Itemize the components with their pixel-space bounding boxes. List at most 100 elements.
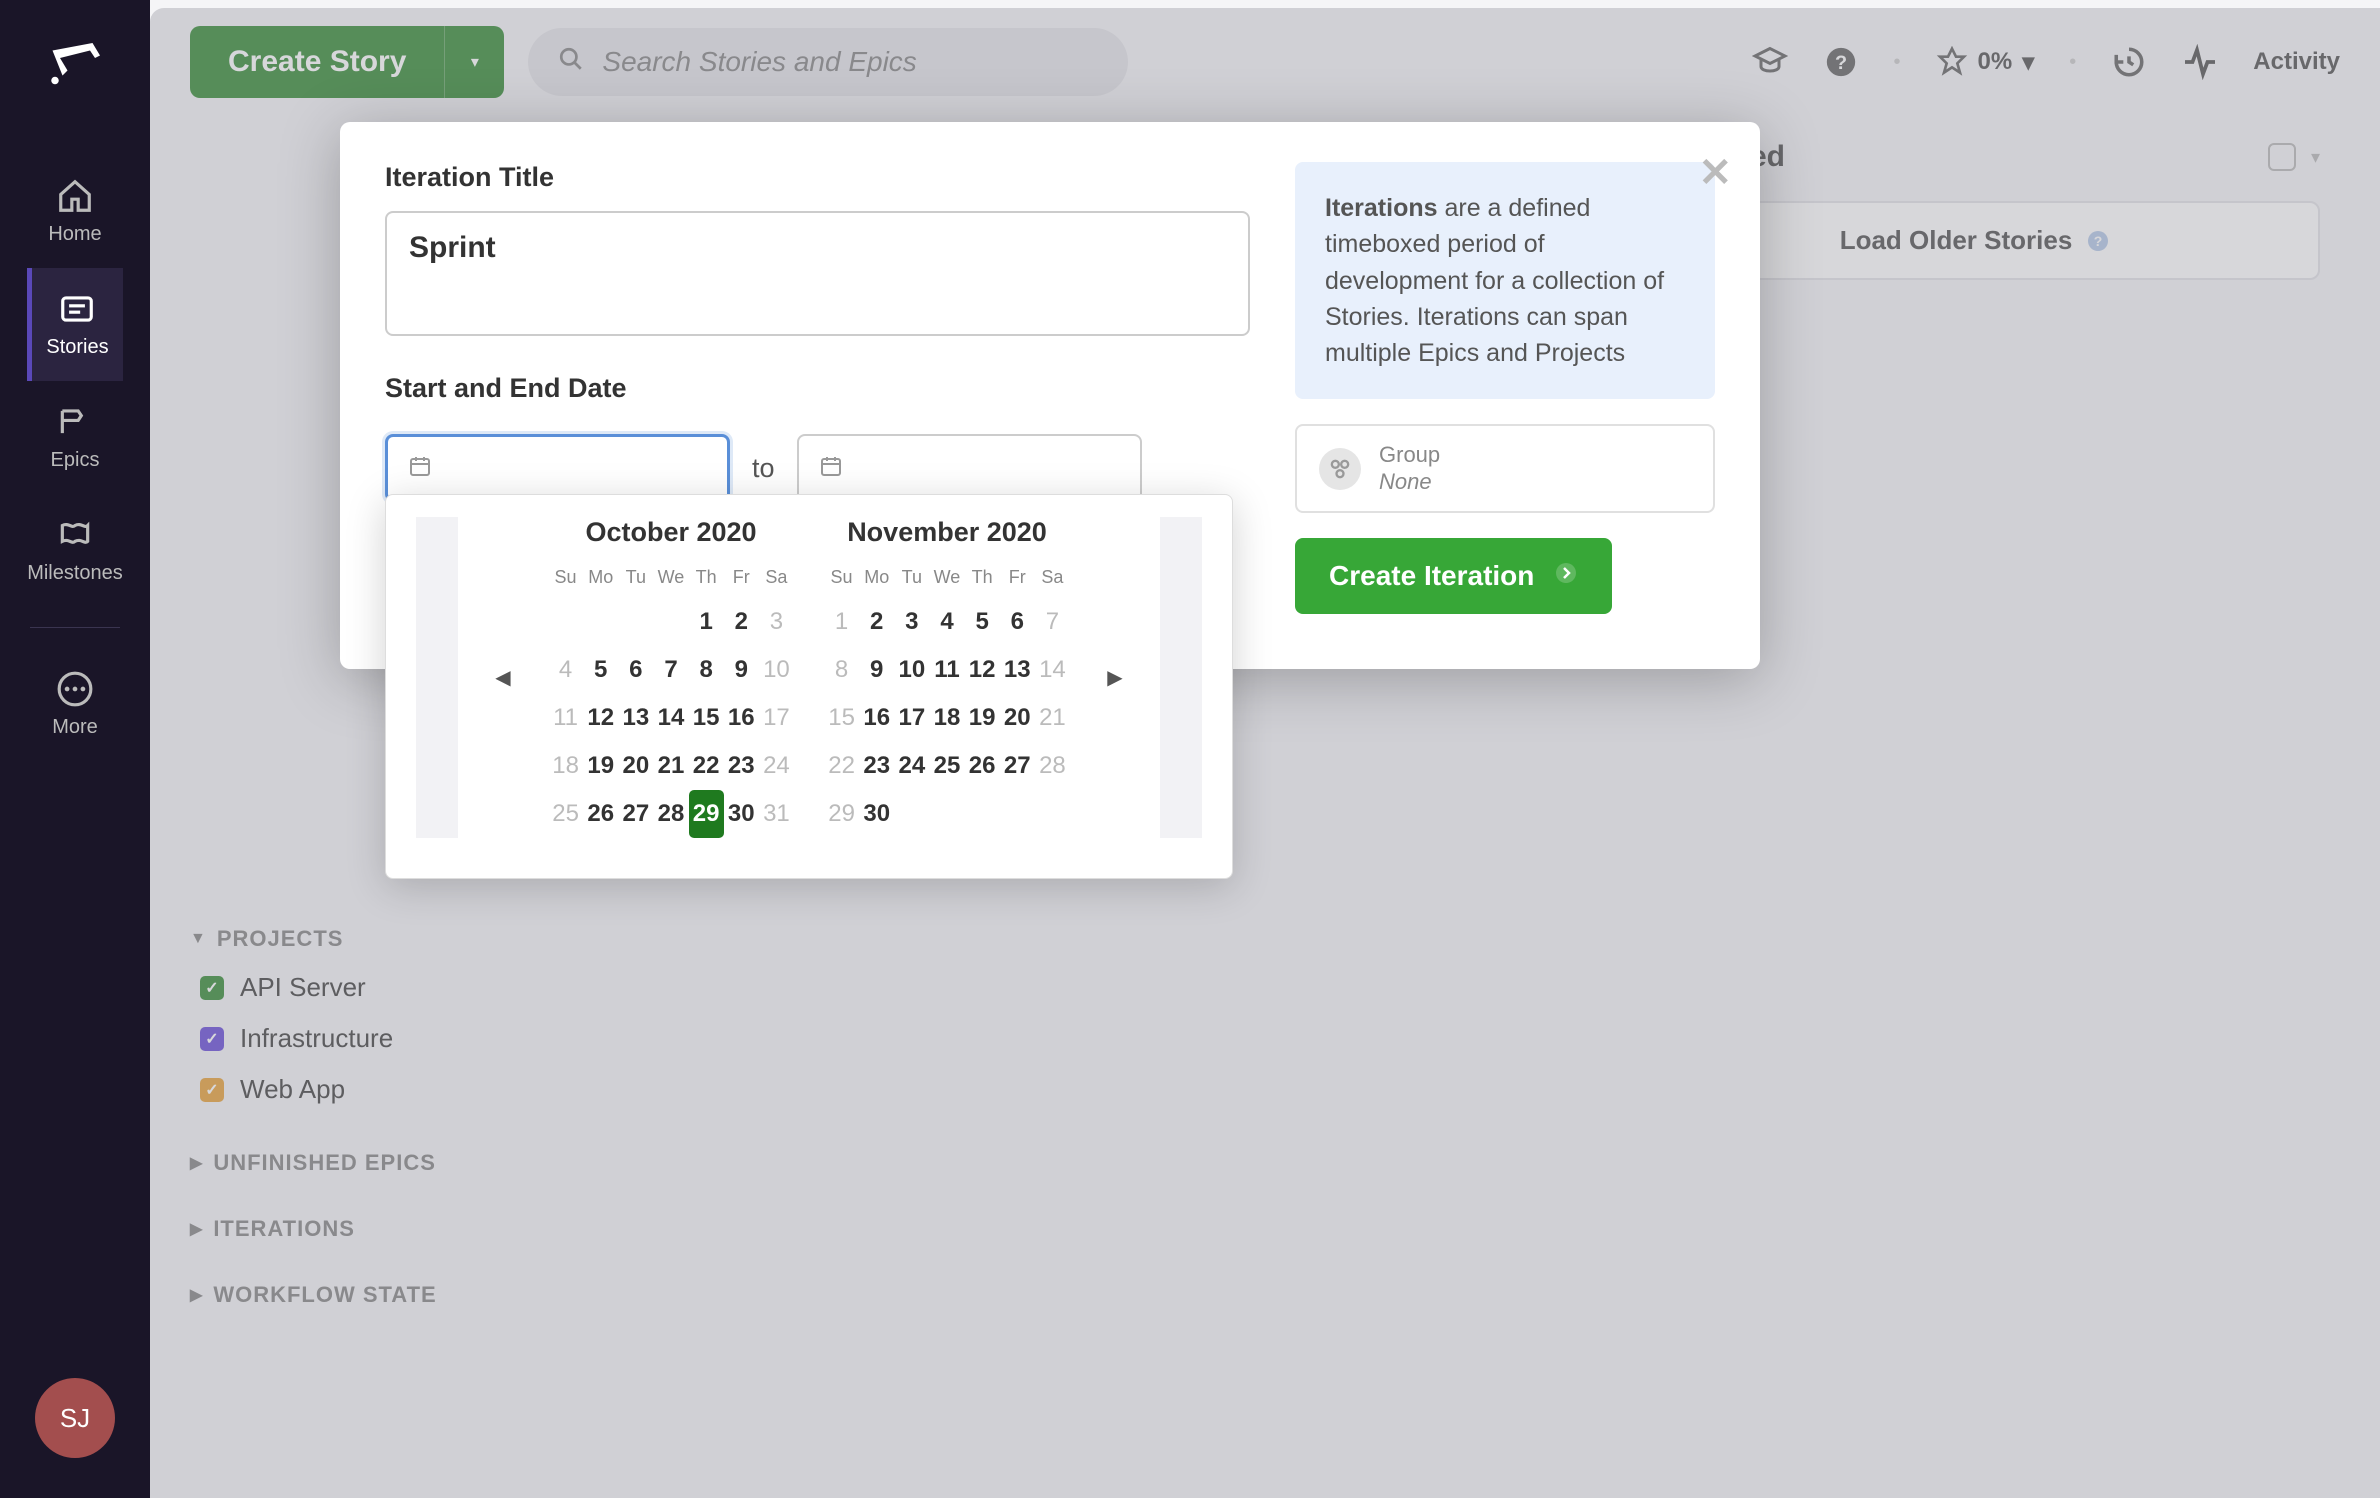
user-avatar[interactable]: SJ	[35, 1378, 115, 1458]
calendar-day[interactable]: 2	[724, 598, 759, 646]
group-selector[interactable]: Group None	[1295, 424, 1715, 513]
calendar-day[interactable]: 22	[689, 742, 724, 790]
calendar-day[interactable]: 8	[824, 646, 859, 694]
calendar-day[interactable]: 18	[929, 694, 964, 742]
calendar-day[interactable]: 26	[965, 742, 1000, 790]
start-date-input[interactable]	[385, 434, 730, 502]
calendar-day[interactable]: 27	[618, 790, 653, 838]
calendar-day[interactable]: 20	[618, 742, 653, 790]
calendar-day[interactable]: 15	[689, 694, 724, 742]
close-icon[interactable]: ✕	[1698, 150, 1732, 196]
calendar-day	[653, 598, 688, 646]
calendar-day[interactable]: 5	[965, 598, 1000, 646]
calendar-day[interactable]: 11	[548, 694, 583, 742]
calendar-day[interactable]: 23	[724, 742, 759, 790]
calendar-day[interactable]: 14	[653, 694, 688, 742]
calendar-day[interactable]: 12	[583, 694, 618, 742]
calendar-day[interactable]: 13	[618, 694, 653, 742]
calendar-day	[583, 598, 618, 646]
nav-label: Milestones	[27, 562, 123, 585]
date-to-label: to	[752, 453, 775, 484]
calendar-day	[929, 790, 964, 838]
calendar-day[interactable]: 4	[929, 598, 964, 646]
calendar-day[interactable]: 13	[1000, 646, 1035, 694]
day-of-week: Sa	[759, 562, 794, 598]
calendar-day[interactable]: 2	[859, 598, 894, 646]
calendar-day[interactable]: 3	[759, 598, 794, 646]
calendar-day[interactable]: 22	[824, 742, 859, 790]
iteration-info: Iterations are a defined timeboxed perio…	[1295, 162, 1715, 399]
calendar-day[interactable]: 7	[1035, 598, 1070, 646]
month-title: November 2020	[824, 517, 1070, 548]
calendar-day[interactable]: 31	[759, 790, 794, 838]
day-of-week: Mo	[859, 562, 894, 598]
day-of-week: We	[653, 562, 688, 598]
calendar-day[interactable]: 24	[894, 742, 929, 790]
calendar-day[interactable]: 16	[859, 694, 894, 742]
day-of-week: Sa	[1035, 562, 1070, 598]
sidebar: Home Stories Epics Milestones More SJ	[0, 0, 150, 1498]
calendar-day[interactable]: 7	[653, 646, 688, 694]
calendar-day[interactable]: 1	[689, 598, 724, 646]
calendar-day[interactable]: 28	[1035, 742, 1070, 790]
prev-month-button[interactable]: ◀	[488, 608, 518, 748]
calendar-day[interactable]: 6	[1000, 598, 1035, 646]
calendar-day[interactable]: 10	[759, 646, 794, 694]
end-date-input[interactable]	[797, 434, 1142, 502]
calendar-day[interactable]: 9	[724, 646, 759, 694]
calendar-day[interactable]: 4	[548, 646, 583, 694]
sidebar-item-milestones[interactable]: Milestones	[27, 494, 123, 607]
calendar-day[interactable]: 16	[724, 694, 759, 742]
calendar-day[interactable]: 1	[824, 598, 859, 646]
next-month-button[interactable]: ▶	[1100, 608, 1130, 748]
calendar-day[interactable]: 30	[859, 790, 894, 838]
calendar-day[interactable]: 28	[653, 790, 688, 838]
iteration-title-input[interactable]	[385, 211, 1250, 336]
iteration-title-label: Iteration Title	[385, 162, 1250, 193]
calendar-day[interactable]: 3	[894, 598, 929, 646]
month-title: October 2020	[548, 517, 794, 548]
sidebar-item-stories[interactable]: Stories	[27, 268, 123, 381]
calendar-day[interactable]: 25	[548, 790, 583, 838]
calendar-day[interactable]: 12	[965, 646, 1000, 694]
calendar-day[interactable]: 24	[759, 742, 794, 790]
sidebar-item-epics[interactable]: Epics	[27, 381, 123, 494]
dp-strip-left	[416, 517, 458, 838]
day-of-week: Su	[824, 562, 859, 598]
calendar-day[interactable]: 5	[583, 646, 618, 694]
calendar-day[interactable]: 14	[1035, 646, 1070, 694]
calendar-day[interactable]: 29	[824, 790, 859, 838]
calendar-day[interactable]: 27	[1000, 742, 1035, 790]
sidebar-item-home[interactable]: Home	[27, 155, 123, 268]
nav-divider	[30, 627, 120, 628]
nav-label: Home	[48, 223, 101, 246]
nav-label: Stories	[46, 336, 108, 359]
app-logo[interactable]	[43, 30, 108, 95]
calendar-day[interactable]: 19	[583, 742, 618, 790]
calendar-day[interactable]: 9	[859, 646, 894, 694]
calendar-day[interactable]: 10	[894, 646, 929, 694]
calendar-day[interactable]: 19	[965, 694, 1000, 742]
create-iteration-modal: ✕ Iteration Title Start and End Date to	[340, 122, 1760, 669]
calendar-day[interactable]: 26	[583, 790, 618, 838]
day-of-week: Tu	[618, 562, 653, 598]
sidebar-item-more[interactable]: More	[0, 648, 150, 761]
calendar-day[interactable]: 21	[1035, 694, 1070, 742]
calendar-icon	[819, 454, 843, 483]
calendar-day[interactable]: 17	[894, 694, 929, 742]
calendar-day[interactable]: 11	[929, 646, 964, 694]
calendar-day[interactable]: 8	[689, 646, 724, 694]
calendar-day[interactable]: 23	[859, 742, 894, 790]
calendar-day	[1035, 790, 1070, 838]
create-iteration-button[interactable]: Create Iteration	[1295, 538, 1612, 614]
calendar-day	[1000, 790, 1035, 838]
calendar-day[interactable]: 18	[548, 742, 583, 790]
calendar-day[interactable]: 25	[929, 742, 964, 790]
calendar-day[interactable]: 20	[1000, 694, 1035, 742]
calendar-day[interactable]: 6	[618, 646, 653, 694]
calendar-day[interactable]: 29	[689, 790, 724, 838]
calendar-day[interactable]: 15	[824, 694, 859, 742]
calendar-day[interactable]: 21	[653, 742, 688, 790]
calendar-day[interactable]: 17	[759, 694, 794, 742]
calendar-day[interactable]: 30	[724, 790, 759, 838]
